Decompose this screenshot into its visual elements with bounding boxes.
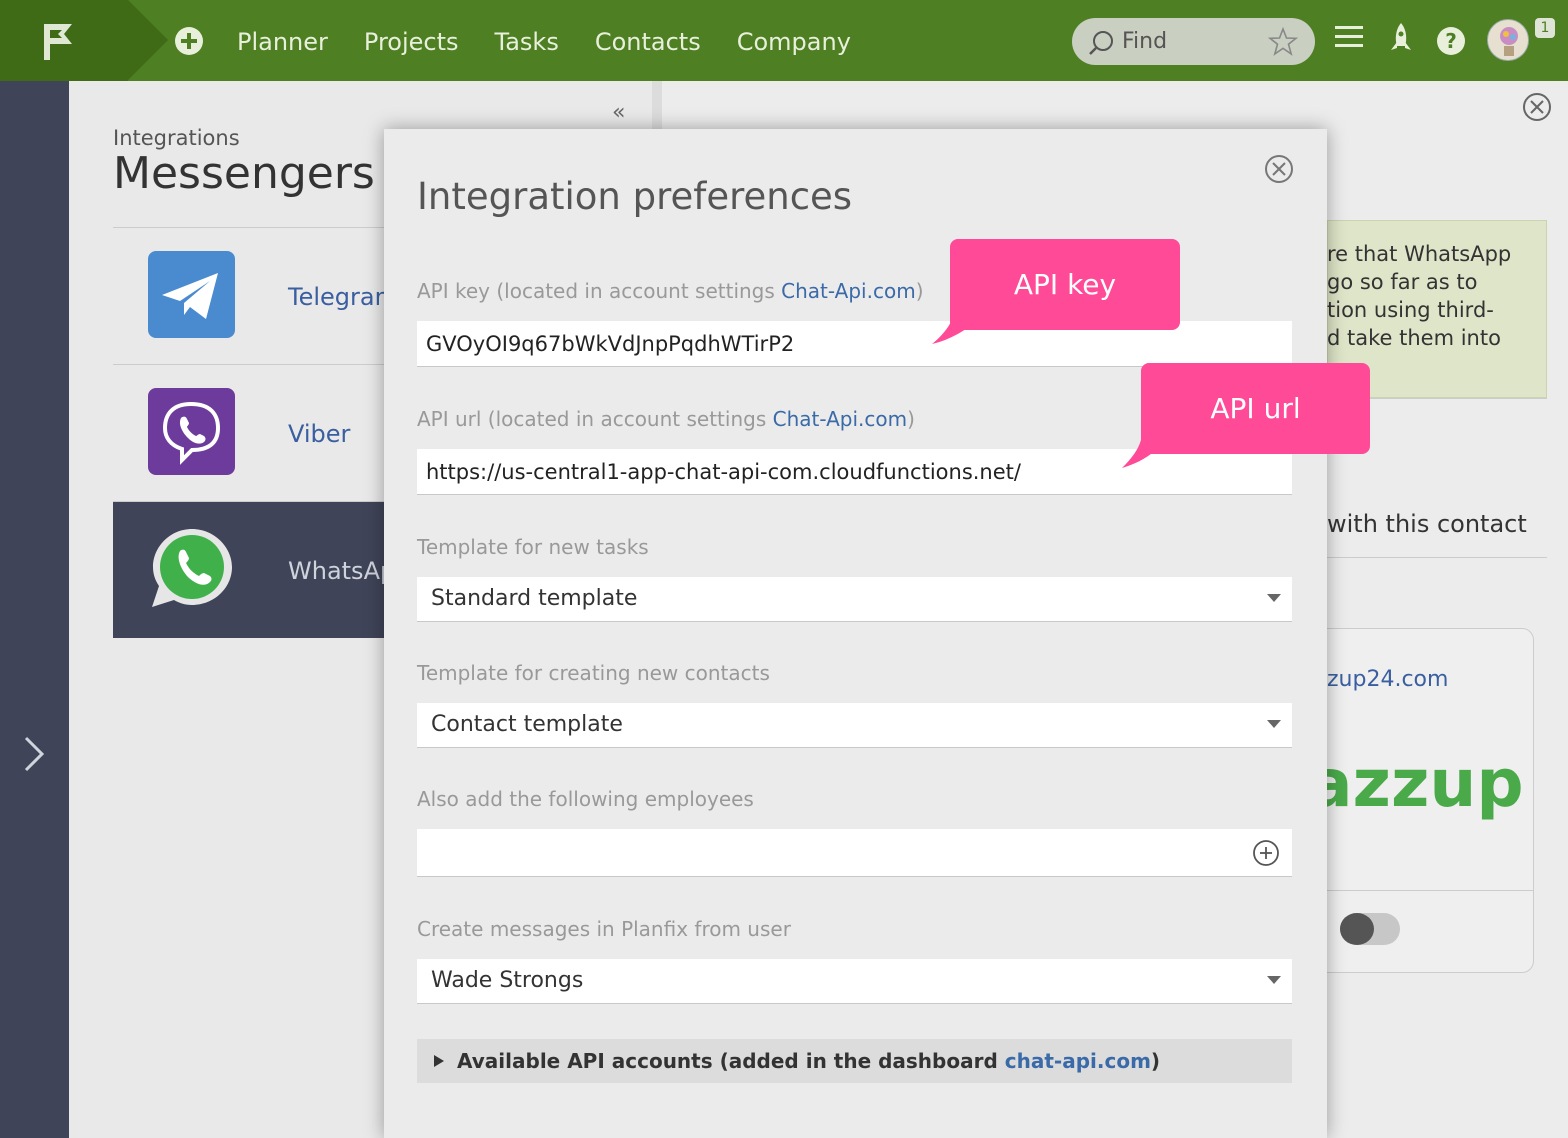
employees-label: Also add the following employees	[417, 787, 754, 811]
planfix-logo-icon[interactable]	[40, 22, 76, 66]
callout-tail	[932, 320, 978, 344]
divider	[1327, 557, 1547, 558]
toggle-knob	[1340, 913, 1374, 945]
rocket-icon[interactable]	[1389, 22, 1413, 58]
avatar[interactable]	[1487, 19, 1529, 61]
logo-arrow	[128, 0, 168, 80]
contact-link-text[interactable]: with this contact	[1327, 510, 1527, 538]
account-toggle[interactable]	[1340, 913, 1400, 945]
nav-projects[interactable]: Projects	[364, 22, 459, 62]
api-url-label: API url (located in account settings Cha…	[417, 407, 915, 431]
messages-user-select[interactable]: Wade Strongs	[417, 959, 1292, 1004]
top-bar: Planner Projects Tasks Contacts Company	[0, 0, 1568, 81]
api-key-callout: API key	[950, 239, 1180, 330]
template-contacts-label: Template for creating new contacts	[417, 661, 770, 685]
nav-contacts[interactable]: Contacts	[595, 22, 701, 62]
collapse-panel-icon[interactable]: «	[612, 100, 625, 125]
template-tasks-label: Template for new tasks	[417, 535, 649, 559]
available-accounts-toggle[interactable]: Available API accounts (added in the das…	[417, 1039, 1292, 1083]
messenger-item-whatsapp[interactable]: WhatsApp	[113, 501, 413, 638]
messenger-item-viber[interactable]: Viber	[113, 364, 413, 501]
employees-field[interactable]	[417, 829, 1292, 877]
chat-api-link[interactable]: Chat-Api.com	[781, 279, 916, 303]
chat-api-link[interactable]: Chat-Api.com	[773, 407, 908, 431]
main-nav: Planner Projects Tasks Contacts Company	[237, 22, 887, 62]
account-link[interactable]: zup24.com	[1327, 667, 1448, 692]
menu-icon[interactable]	[1335, 24, 1363, 54]
selected-value: Wade Strongs	[431, 968, 584, 993]
chat-api-dashboard-link[interactable]: chat-api.com	[1005, 1049, 1151, 1073]
chevron-down-icon	[1267, 594, 1281, 602]
messenger-list: Telegram Viber WhatsApp	[113, 227, 413, 638]
search-input[interactable]	[1122, 24, 1262, 58]
breadcrumb[interactable]: Integrations	[113, 126, 240, 150]
telegram-icon	[148, 251, 235, 338]
star-icon[interactable]	[1267, 26, 1299, 61]
chevron-down-icon	[1267, 720, 1281, 728]
search-box	[1072, 18, 1315, 65]
messenger-label: Viber	[288, 420, 351, 448]
available-accounts-label: Available API accounts (added in the das…	[457, 1049, 1161, 1073]
viber-icon	[148, 388, 235, 475]
modal-title: Integration preferences	[417, 175, 853, 218]
messenger-label: Telegram	[288, 283, 398, 311]
nav-tasks[interactable]: Tasks	[495, 22, 559, 62]
messages-user-label: Create messages in Planfix from user	[417, 917, 791, 941]
info-note-text: re that WhatsApp go so far as to tion us…	[1327, 242, 1512, 350]
triangle-right-icon	[434, 1055, 444, 1067]
callout-tail	[1122, 440, 1166, 468]
messenger-item-telegram[interactable]: Telegram	[113, 227, 413, 364]
page-title: Messengers	[113, 148, 375, 199]
api-url-callout: API url	[1141, 363, 1370, 454]
api-key-label: API key (located in account settings Cha…	[417, 279, 924, 303]
integration-preferences-modal: Integration preferences API key (located…	[384, 129, 1327, 1138]
add-employee-icon[interactable]	[1252, 839, 1280, 871]
selected-value: Contact template	[431, 712, 623, 737]
notification-badge[interactable]: 1	[1535, 18, 1555, 38]
close-icon[interactable]	[1264, 154, 1294, 188]
chevron-down-icon	[1267, 976, 1281, 984]
nav-company[interactable]: Company	[737, 22, 851, 62]
add-icon[interactable]	[175, 27, 203, 55]
selected-value: Standard template	[431, 586, 638, 611]
help-icon[interactable]: ?	[1436, 26, 1466, 60]
left-rail	[0, 81, 69, 1138]
close-panel-icon[interactable]	[1522, 92, 1552, 126]
nav-planner[interactable]: Planner	[237, 22, 328, 62]
brand-logo-text: azzup	[1308, 745, 1524, 822]
svg-text:?: ?	[1445, 29, 1457, 53]
template-contacts-select[interactable]: Contact template	[417, 703, 1292, 748]
search-icon	[1088, 30, 1114, 60]
whatsapp-icon	[148, 525, 235, 612]
chevron-right-icon[interactable]	[22, 735, 46, 777]
template-tasks-select[interactable]: Standard template	[417, 577, 1292, 622]
